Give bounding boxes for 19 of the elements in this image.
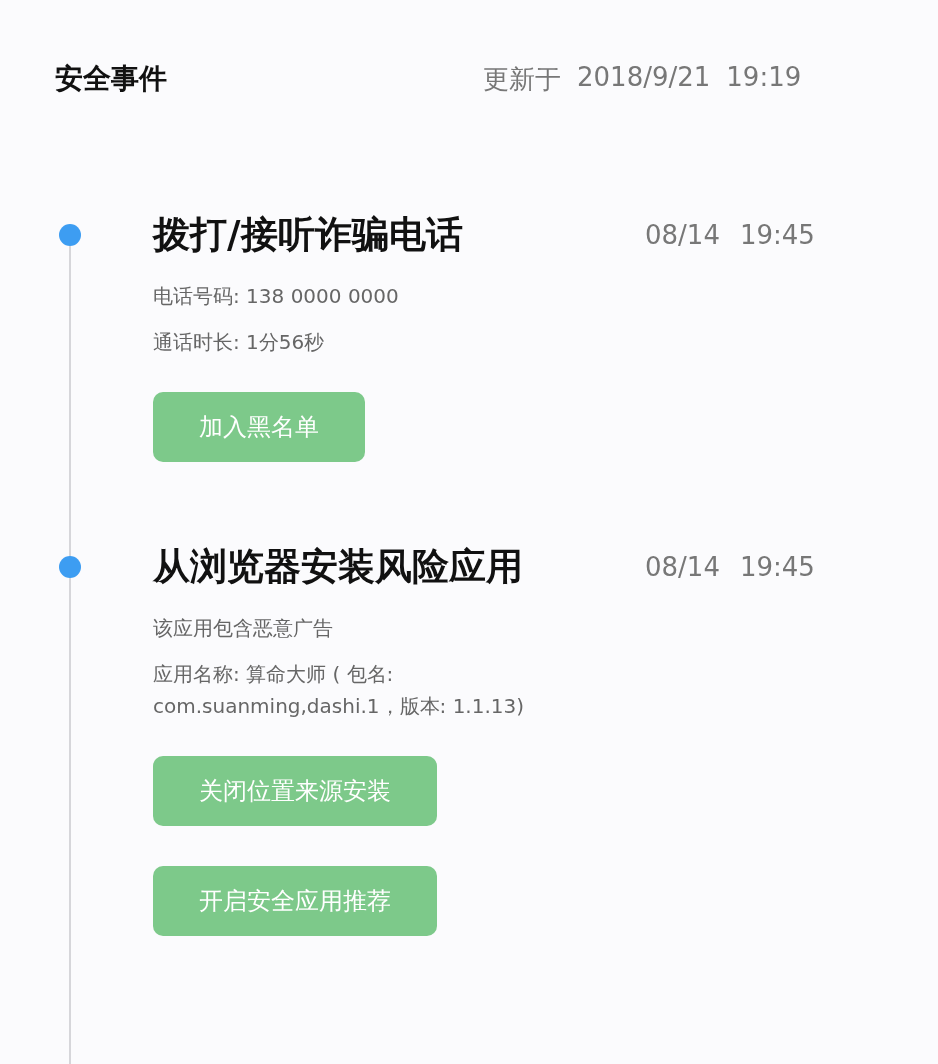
action-button[interactable]: 关闭位置来源安装 — [153, 756, 437, 826]
updated-label: 更新于 — [483, 62, 561, 96]
event-title: 拨打/接听诈骗电话 — [153, 212, 464, 258]
action-button[interactable]: 加入黑名单 — [153, 392, 365, 462]
updated-time: 19:19 — [726, 61, 802, 94]
event-detail: 通话时长: 1分56秒 — [153, 329, 326, 356]
page-title: 安全事件 — [55, 61, 168, 97]
event-detail: 应用名称: 算命大师 ( 包名: com.suanming,dashi.1，版本: 1.1.13) — [153, 661, 526, 720]
updated-date: 2018/9/21 — [577, 61, 711, 94]
event-time: 19:45 — [739, 552, 815, 582]
timeline-dot — [59, 224, 81, 246]
event-title: 从浏览器安装风险应用 — [153, 544, 524, 590]
event-detail: 该应用包含恶意广告 — [153, 615, 334, 642]
event-detail: 电话号码: 138 0000 0000 — [153, 283, 400, 310]
event-date: 08/14 — [645, 552, 720, 582]
timeline-dot — [59, 556, 81, 578]
event-date: 08/14 — [645, 220, 720, 250]
event-time: 19:45 — [739, 220, 815, 250]
action-button[interactable]: 开启安全应用推荐 — [153, 866, 437, 936]
